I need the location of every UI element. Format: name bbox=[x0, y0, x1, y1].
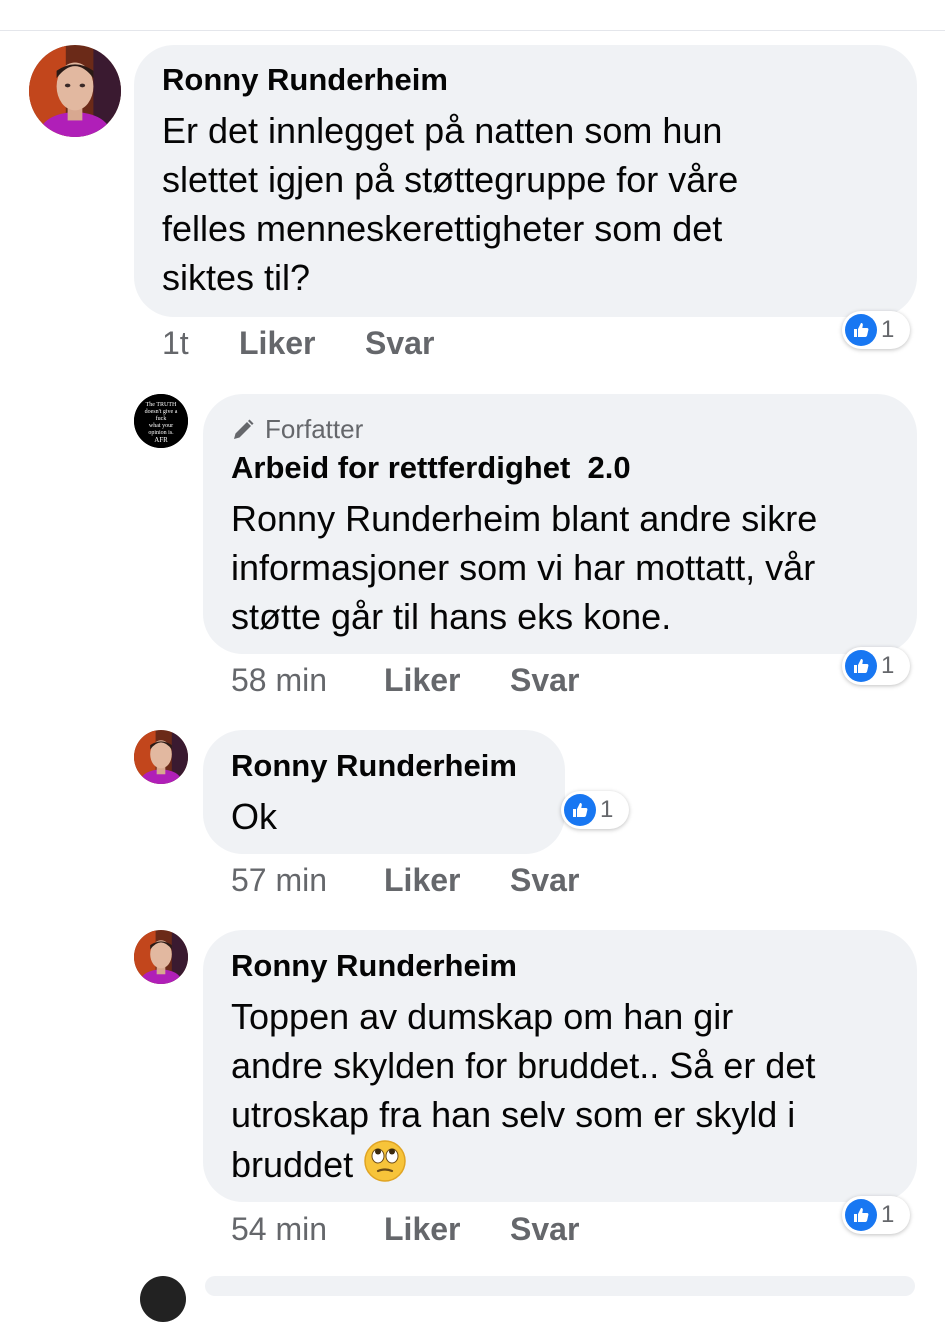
reaction-count: 1 bbox=[881, 316, 895, 343]
comment-bubble[interactable] bbox=[205, 1276, 915, 1296]
avatar[interactable] bbox=[140, 1276, 186, 1322]
reaction-count: 1 bbox=[881, 1201, 895, 1228]
thumbs-up-icon bbox=[845, 314, 877, 346]
thumbs-up-icon bbox=[845, 650, 877, 682]
comment-time[interactable]: 54 min bbox=[231, 1211, 327, 1247]
reply-button[interactable]: Svar bbox=[510, 662, 579, 699]
avatar[interactable] bbox=[134, 930, 188, 984]
reaction-count: 1 bbox=[600, 796, 614, 823]
author-badge-label: Forfatter bbox=[265, 414, 364, 444]
like-button[interactable]: Liker bbox=[384, 1211, 460, 1248]
comment-text: Er det innlegget på natten som hun slett… bbox=[162, 110, 739, 298]
reply-button[interactable]: Svar bbox=[510, 1211, 579, 1248]
reply-button[interactable]: Svar bbox=[510, 862, 579, 899]
reply-button[interactable]: Svar bbox=[365, 325, 434, 362]
avatar[interactable] bbox=[134, 730, 188, 784]
comment-meta: 57 min bbox=[231, 862, 327, 899]
comment-text: Ok bbox=[231, 796, 278, 837]
comment-time[interactable]: 58 min bbox=[231, 662, 327, 698]
svg-text:AFR: AFR bbox=[154, 436, 168, 444]
comment-author[interactable]: Ronny Runderheim bbox=[162, 62, 448, 98]
thumbs-up-icon bbox=[845, 1199, 877, 1231]
comment-time[interactable]: 1t bbox=[162, 325, 189, 361]
svg-text:fuck: fuck bbox=[156, 415, 167, 422]
reaction-count: 1 bbox=[881, 652, 895, 679]
svg-text:what your: what your bbox=[149, 423, 173, 429]
comment-author[interactable]: Arbeid for rettferdighet 2.0 bbox=[231, 450, 631, 486]
comment-time[interactable]: 57 min bbox=[231, 862, 327, 898]
reaction-badge[interactable]: 1 bbox=[842, 647, 910, 685]
reaction-badge[interactable]: 1 bbox=[561, 791, 629, 829]
comment-meta: 58 min bbox=[231, 662, 327, 699]
svg-text:doesn't give a: doesn't give a bbox=[145, 409, 178, 415]
comment-text: Toppen av dumskap om han gir andre skyld… bbox=[231, 996, 816, 1185]
avatar[interactable] bbox=[29, 45, 121, 137]
face-with-rolling-eyes-icon bbox=[363, 1139, 407, 1183]
comment-meta: 1t bbox=[162, 325, 189, 362]
svg-text:The TRUTH: The TRUTH bbox=[146, 402, 177, 408]
reaction-badge[interactable]: 1 bbox=[842, 1196, 910, 1234]
like-button[interactable]: Liker bbox=[239, 325, 315, 362]
reaction-badge[interactable]: 1 bbox=[842, 311, 910, 349]
comment-text: Ronny Runderheim blant andre sikre infor… bbox=[231, 498, 818, 637]
top-divider bbox=[0, 30, 945, 31]
like-button[interactable]: Liker bbox=[384, 662, 460, 699]
comment-author[interactable]: Ronny Runderheim bbox=[231, 748, 517, 784]
thumbs-up-icon bbox=[564, 794, 596, 826]
author-badge: Forfatter bbox=[231, 414, 363, 445]
page-avatar[interactable]: The TRUTH doesn't give a fuck what your … bbox=[134, 394, 188, 448]
comment-author[interactable]: Ronny Runderheim bbox=[231, 948, 517, 984]
pencil-icon bbox=[234, 419, 254, 439]
like-button[interactable]: Liker bbox=[384, 862, 460, 899]
comment-meta: 54 min bbox=[231, 1211, 327, 1248]
